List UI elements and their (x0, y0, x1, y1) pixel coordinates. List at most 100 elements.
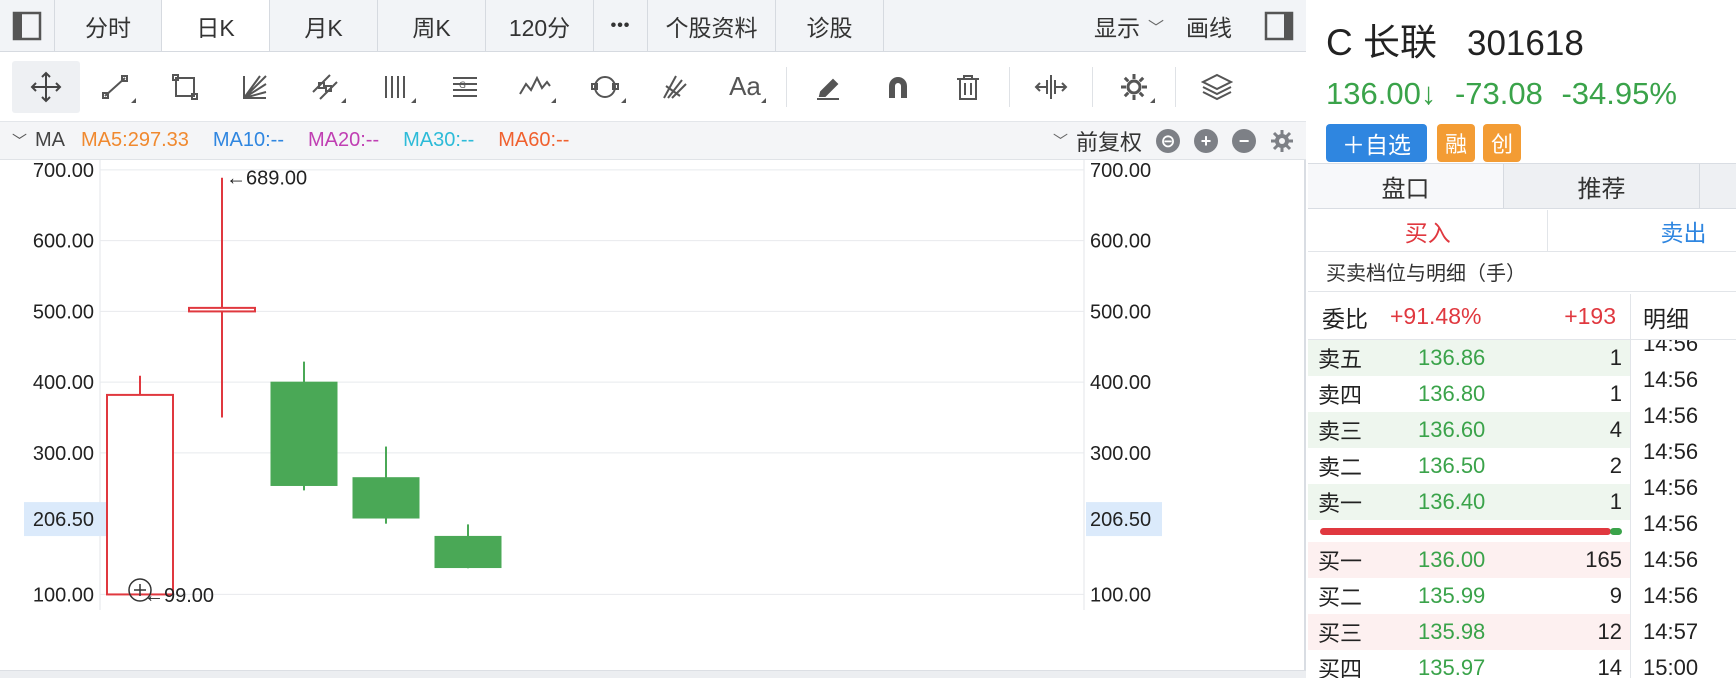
chinext-badge: 创 (1483, 124, 1521, 162)
candle-body (188, 306, 256, 313)
detail-time: 14:56 (1643, 511, 1699, 536)
line-segment-tool[interactable] (80, 61, 150, 113)
ma-label[interactable]: MA (35, 129, 65, 152)
sell-level-5[interactable]: 卖五 136.86 1 (1308, 340, 1630, 376)
ma60-value: MA60:-- (498, 129, 570, 151)
buy-level-1[interactable]: 买一 136.00 165 (1308, 542, 1630, 578)
ratio-percent: +91.48% (1390, 303, 1482, 329)
delete-drawings-tool[interactable] (933, 61, 1003, 113)
delete-icon (957, 74, 979, 100)
magnet-icon (889, 76, 907, 98)
pitchfork-tool[interactable] (640, 61, 710, 113)
buy-strength-fill (1320, 528, 1611, 535)
detail-time: 14:56 (1643, 340, 1699, 356)
last-price: 136.00↓ (1326, 76, 1437, 111)
buy-tab[interactable]: 买入 (1308, 210, 1549, 251)
tab-120min[interactable]: 120分 (486, 0, 594, 51)
detail-title: 明细 (1631, 294, 1736, 340)
price-change-pct: -34.95% (1561, 76, 1677, 111)
y-tick-label-right: 700.00 (1090, 160, 1151, 182)
gann-box-tool[interactable]: G (430, 61, 500, 113)
tab-daily-k[interactable]: 日K (162, 0, 270, 51)
parallel-channel-icon (312, 73, 338, 100)
minus-icon: − (1238, 130, 1250, 151)
toggle-right-sidebar-button[interactable] (1252, 0, 1306, 51)
more-periods-button[interactable]: ••• (594, 0, 648, 51)
candle-body (270, 381, 338, 486)
sell-level-3[interactable]: 卖三 136.60 4 (1308, 412, 1630, 448)
display-dropdown[interactable]: 显示 ﹀ (1094, 0, 1176, 51)
minus-circle-icon: ⊖ (1160, 130, 1176, 151)
toolbar-divider (1092, 66, 1093, 107)
add-to-watchlist-button[interactable]: ＋自选 (1326, 124, 1427, 162)
indicator-settings-button[interactable] (1270, 129, 1294, 153)
stock-name: C 长联 (1326, 22, 1437, 63)
tab-recommend[interactable]: 推荐 (1504, 164, 1700, 208)
vertical-lines-tool[interactable] (360, 61, 430, 113)
layers-tool[interactable] (1182, 61, 1252, 113)
move-tool[interactable] (12, 60, 80, 113)
toolbar-divider (786, 66, 787, 107)
wave-pattern-icon (519, 75, 551, 95)
tab-order-book[interactable]: 盘口 (1308, 164, 1504, 208)
candle-body (106, 393, 174, 596)
fan-lines-icon (243, 74, 267, 99)
resize-tool[interactable] (1016, 61, 1086, 113)
cycle-tool[interactable] (570, 61, 640, 113)
period-tab-bar: 分时 日K 月K 周K 120分 ••• 个股资料 诊股 显示 ﹀ 画线 (0, 0, 1306, 52)
settings-tool[interactable] (1099, 61, 1169, 113)
sell-level-1[interactable]: 卖一 136.40 1 (1308, 484, 1630, 520)
detail-time: 15:00 (1643, 655, 1699, 678)
buy-level-4[interactable]: 买四 135.97 14 (1308, 650, 1630, 678)
ratio-label: 委比 (1322, 305, 1368, 332)
detail-list[interactable]: 14:56 14:56 14:56 14:56 14:56 14:56 14:5… (1631, 340, 1736, 678)
pitchfork-icon (663, 75, 687, 99)
tab-weekly-k[interactable]: 周K (378, 0, 486, 51)
margin-trading-badge: 融 (1437, 124, 1475, 162)
parallel-channel-tool[interactable] (290, 61, 360, 113)
ma30-value: MA30:-- (403, 129, 475, 151)
order-ratio-row: 委比 +91.48% +193 (1308, 294, 1630, 340)
sell-strength-fill (1610, 528, 1622, 535)
chevron-down-icon[interactable]: ﹀ (12, 130, 27, 151)
ma-indicator-bar: ﹀ MA MA5:297.33 MA10:-- MA20:-- MA30:-- … (0, 122, 1306, 160)
candle-body (352, 477, 420, 519)
sell-level-4[interactable]: 卖四 136.80 1 (1308, 376, 1630, 412)
y-tick-label-right: 400.00 (1090, 372, 1151, 394)
kline-panel: 分时 日K 月K 周K 120分 ••• 个股资料 诊股 显示 ﹀ 画线 G A… (0, 0, 1306, 678)
zoom-in-button[interactable]: + (1194, 128, 1218, 153)
move-icon (30, 71, 62, 102)
detail-time: 14:56 (1643, 583, 1699, 608)
buy-level-3[interactable]: 买三 135.98 12 (1308, 614, 1630, 650)
tab-diagnose[interactable]: 诊股 (776, 0, 884, 51)
buy-level-2[interactable]: 买二 135.99 9 (1308, 578, 1630, 614)
y-tick-label-left: 700.00 (33, 160, 94, 182)
candlestick-chart[interactable]: 700.00 700.00 600.00 600.00 500.00 500.00 400.… (0, 160, 1306, 670)
zoom-out-button[interactable]: − (1232, 128, 1256, 153)
fan-lines-tool[interactable] (220, 61, 290, 113)
tab-monthly-k[interactable]: 月K (270, 0, 378, 51)
text-tool[interactable]: Aa (710, 61, 780, 113)
tab-intraday[interactable]: 分时 (54, 0, 162, 51)
layers-icon (1201, 73, 1233, 100)
sell-level-2[interactable]: 卖二 136.50 2 (1308, 448, 1630, 484)
price-line: 136.00↓ -73.08 -34.95% (1326, 76, 1736, 112)
y-tick-label-right: 100.00 (1090, 584, 1151, 606)
detail-time: 14:56 (1643, 439, 1699, 464)
rectangle-icon (172, 73, 198, 100)
orderbook-title: 买卖档位与明细（手） (1308, 252, 1736, 292)
tab-stock-profile[interactable]: 个股资料 (648, 0, 776, 51)
draw-line-button[interactable]: 画线 (1176, 0, 1252, 51)
ratio-difference: +193 (1564, 303, 1616, 329)
price-adjust-dropdown[interactable]: ﹀ 前复权 (1053, 125, 1142, 157)
wave-pattern-tool[interactable] (500, 61, 570, 113)
vertical-lines-icon (385, 75, 405, 98)
magnet-tool[interactable] (863, 61, 933, 113)
sell-tab[interactable]: 卖出 (1548, 210, 1736, 251)
detail-time: 14:56 (1643, 475, 1699, 500)
toggle-left-sidebar-button[interactable] (0, 0, 54, 51)
eraser-tool[interactable] (793, 61, 863, 113)
collapse-indicator-button[interactable]: ⊖ (1156, 128, 1180, 153)
gear-icon (1271, 129, 1293, 152)
rectangle-tool[interactable] (150, 61, 220, 113)
